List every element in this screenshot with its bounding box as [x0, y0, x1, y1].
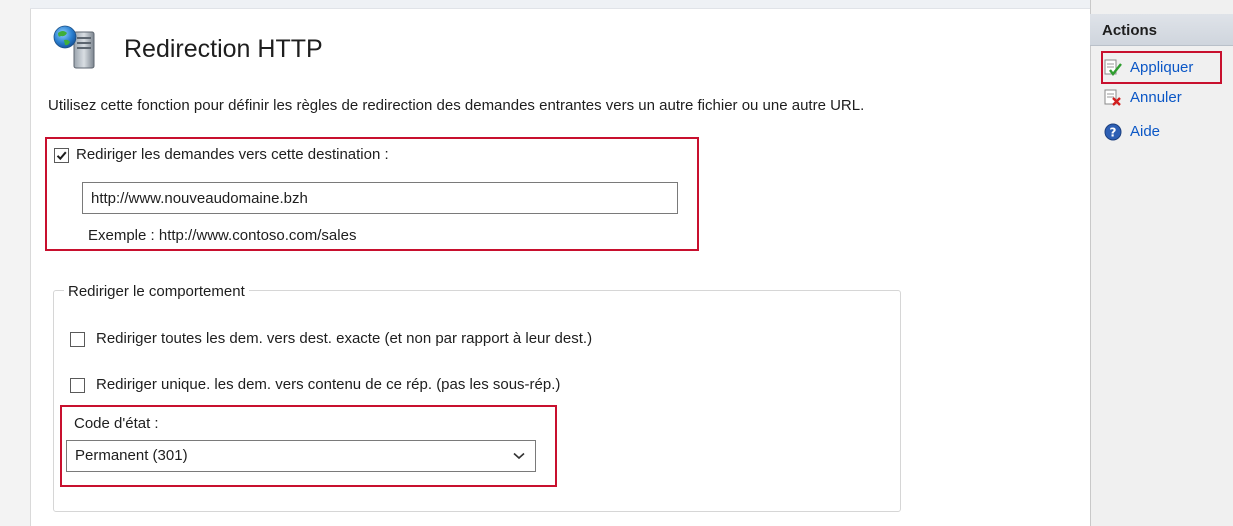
redirect-behavior-legend: Rediriger le comportement [64, 282, 249, 302]
redirect-requests-label: Rediriger les demandes vers cette destin… [76, 146, 389, 163]
cancel-action-label: Annuler [1130, 89, 1182, 106]
page-description: Utilisez cette fonction pour définir les… [48, 97, 865, 114]
left-edge-strip [0, 0, 31, 526]
svg-text:?: ? [1110, 126, 1117, 140]
only-this-directory-label: Rediriger unique. les dem. vers contenu … [96, 376, 561, 393]
help-action[interactable]: ? Aide [1104, 121, 1160, 143]
chevron-down-icon[interactable] [513, 441, 525, 471]
apply-icon [1104, 59, 1122, 76]
redirect-url-input[interactable] [82, 182, 678, 214]
status-code-label: Code d'état : [74, 415, 159, 432]
apply-action[interactable]: Appliquer [1104, 57, 1193, 79]
only-this-directory-checkbox[interactable] [70, 378, 85, 393]
status-code-value: Permanent (301) [75, 447, 188, 464]
cancel-action[interactable]: Annuler [1104, 87, 1182, 109]
help-action-label: Aide [1130, 123, 1161, 140]
url-example-text: Exemple : http://www.contoso.com/sales [88, 227, 357, 244]
help-icon: ? [1104, 123, 1122, 141]
status-code-select[interactable]: Permanent (301) [66, 440, 536, 472]
cancel-icon [1104, 89, 1121, 106]
actions-title: Actions [1102, 22, 1158, 39]
http-redirect-feature-icon [50, 24, 100, 70]
page-title: Redirection HTTP [124, 35, 323, 63]
apply-action-label: Appliquer [1130, 59, 1194, 76]
redirect-requests-checkbox[interactable] [54, 148, 69, 163]
exact-destination-checkbox[interactable] [70, 332, 85, 347]
top-border [30, 0, 1090, 9]
exact-destination-label: Rediriger toutes les dem. vers dest. exa… [96, 330, 593, 347]
